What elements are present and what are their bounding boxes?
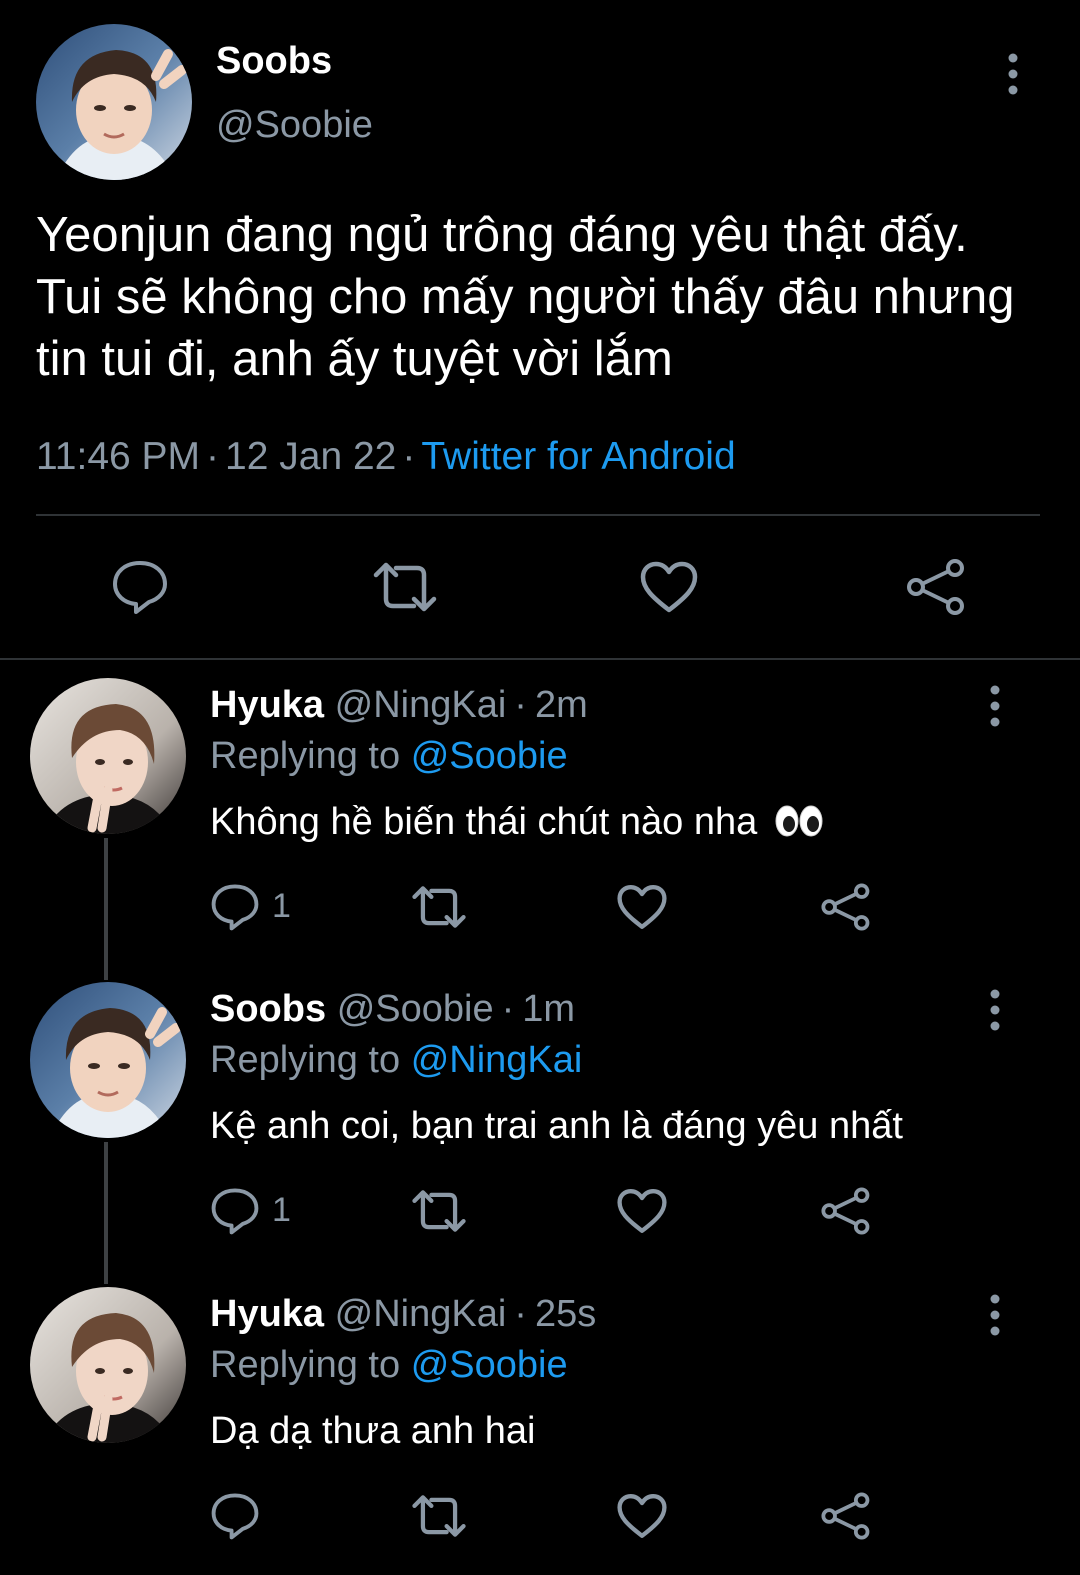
avatar-image xyxy=(36,24,192,180)
reply-text: Dạ dạ thưa anh hai xyxy=(210,1410,536,1452)
share-icon xyxy=(821,883,870,931)
meta-separator: · xyxy=(514,1293,527,1335)
like-button[interactable] xyxy=(636,554,702,620)
divider xyxy=(36,514,1040,516)
replying-to: Replying to @Soobie xyxy=(210,1342,568,1388)
reply-avatar[interactable] xyxy=(30,1287,186,1443)
meta-separator: · xyxy=(514,684,527,726)
divider xyxy=(0,658,1080,660)
avatar-image xyxy=(30,982,186,1138)
reply-icon xyxy=(211,884,259,931)
avatar-image xyxy=(30,678,186,834)
like-icon xyxy=(617,1494,667,1538)
main-tweet-author-name[interactable]: Soobs xyxy=(216,38,332,84)
like-icon xyxy=(617,885,667,929)
retweet-button[interactable] xyxy=(410,1182,468,1240)
retweet-icon xyxy=(412,886,466,928)
share-icon xyxy=(821,1187,870,1235)
reply-author-handle[interactable]: @Soobie xyxy=(337,988,494,1030)
reply-count: 1 xyxy=(272,887,291,925)
meta-separator: · xyxy=(402,435,416,478)
reply-header: Hyuka @NingKai · 25s xyxy=(210,1291,596,1337)
avatar-image xyxy=(30,1287,186,1443)
reply-text: Không hề biến thái chút nào nha 👀 xyxy=(210,798,824,846)
retweet-button[interactable] xyxy=(410,878,468,936)
like-button[interactable] xyxy=(613,1487,671,1545)
replying-to-mention[interactable]: @Soobie xyxy=(411,1344,568,1386)
meta-separator: · xyxy=(501,988,515,1030)
share-button[interactable] xyxy=(816,878,874,936)
tweet-time: 11:46 PM xyxy=(36,435,201,478)
eyes-emoji-icon xyxy=(775,805,823,837)
more-options-icon[interactable] xyxy=(998,52,1028,96)
reply-button[interactable] xyxy=(206,878,264,936)
replying-to-mention[interactable]: @NingKai xyxy=(411,1039,583,1081)
tweet-source-link[interactable]: Twitter for Android xyxy=(421,435,735,478)
reply-author-name[interactable]: Hyuka xyxy=(210,684,324,726)
reply-time[interactable]: 1m xyxy=(522,988,575,1030)
reply-author-handle[interactable]: @NingKai xyxy=(335,684,507,726)
tweet-date: 12 Jan 22 xyxy=(225,435,397,478)
more-options-icon[interactable] xyxy=(980,1293,1010,1337)
retweet-icon xyxy=(412,1495,466,1537)
reply-author-name[interactable]: Hyuka xyxy=(210,1293,324,1335)
share-button[interactable] xyxy=(816,1487,874,1545)
reply-time[interactable]: 2m xyxy=(535,684,588,726)
reply-header: Soobs @Soobie · 1m xyxy=(210,986,575,1032)
main-tweet-text: Yeonjun đang ngủ trông đáng yêu thật đấy… xyxy=(36,208,1015,386)
share-button[interactable] xyxy=(902,554,968,620)
share-icon xyxy=(907,559,964,615)
more-options-icon[interactable] xyxy=(980,684,1010,728)
main-tweet-author-handle[interactable]: @Soobie xyxy=(216,102,373,148)
retweet-button[interactable] xyxy=(372,554,438,620)
reply-button[interactable] xyxy=(206,1487,264,1545)
share-icon xyxy=(821,1492,870,1540)
reply-header: Hyuka @NingKai · 2m xyxy=(210,682,588,728)
retweet-button[interactable] xyxy=(410,1487,468,1545)
like-button[interactable] xyxy=(613,1182,671,1240)
like-icon xyxy=(617,1189,667,1233)
share-button[interactable] xyxy=(816,1182,874,1240)
reply-text: Kệ anh coi, bạn trai anh là đáng yêu nhấ… xyxy=(210,1105,903,1147)
reply-author-name[interactable]: Soobs xyxy=(210,988,326,1030)
reply-text-body: Không hề biến thái chút nào nha xyxy=(210,801,758,843)
main-tweet-meta: 11:46 PM · 12 Jan 22 · Twitter for Android xyxy=(36,432,736,482)
thread-connector xyxy=(104,838,108,980)
reply-icon xyxy=(211,1493,259,1540)
reply-button[interactable] xyxy=(206,1182,264,1240)
reply-avatar[interactable] xyxy=(30,982,186,1138)
thread-connector xyxy=(104,1142,108,1284)
replying-to: Replying to @Soobie xyxy=(210,733,568,779)
reply-icon xyxy=(211,1188,259,1235)
reply-avatar[interactable] xyxy=(30,678,186,834)
reply-author-handle[interactable]: @NingKai xyxy=(335,1293,507,1335)
replying-to-label: Replying to xyxy=(210,1039,401,1081)
meta-separator: · xyxy=(206,435,220,478)
replying-to-mention[interactable]: @Soobie xyxy=(411,735,568,777)
replying-to: Replying to @NingKai xyxy=(210,1037,582,1083)
like-button[interactable] xyxy=(613,878,671,936)
reply-icon xyxy=(113,561,167,614)
retweet-icon xyxy=(412,1190,466,1232)
replying-to-label: Replying to xyxy=(210,735,401,777)
reply-time[interactable]: 25s xyxy=(535,1293,596,1335)
reply-button[interactable] xyxy=(107,554,173,620)
like-icon xyxy=(640,561,698,613)
replying-to-label: Replying to xyxy=(210,1344,401,1386)
main-tweet-avatar[interactable] xyxy=(36,24,192,180)
reply-count: 1 xyxy=(272,1191,291,1229)
retweet-icon xyxy=(373,562,437,612)
more-options-icon[interactable] xyxy=(980,988,1010,1032)
